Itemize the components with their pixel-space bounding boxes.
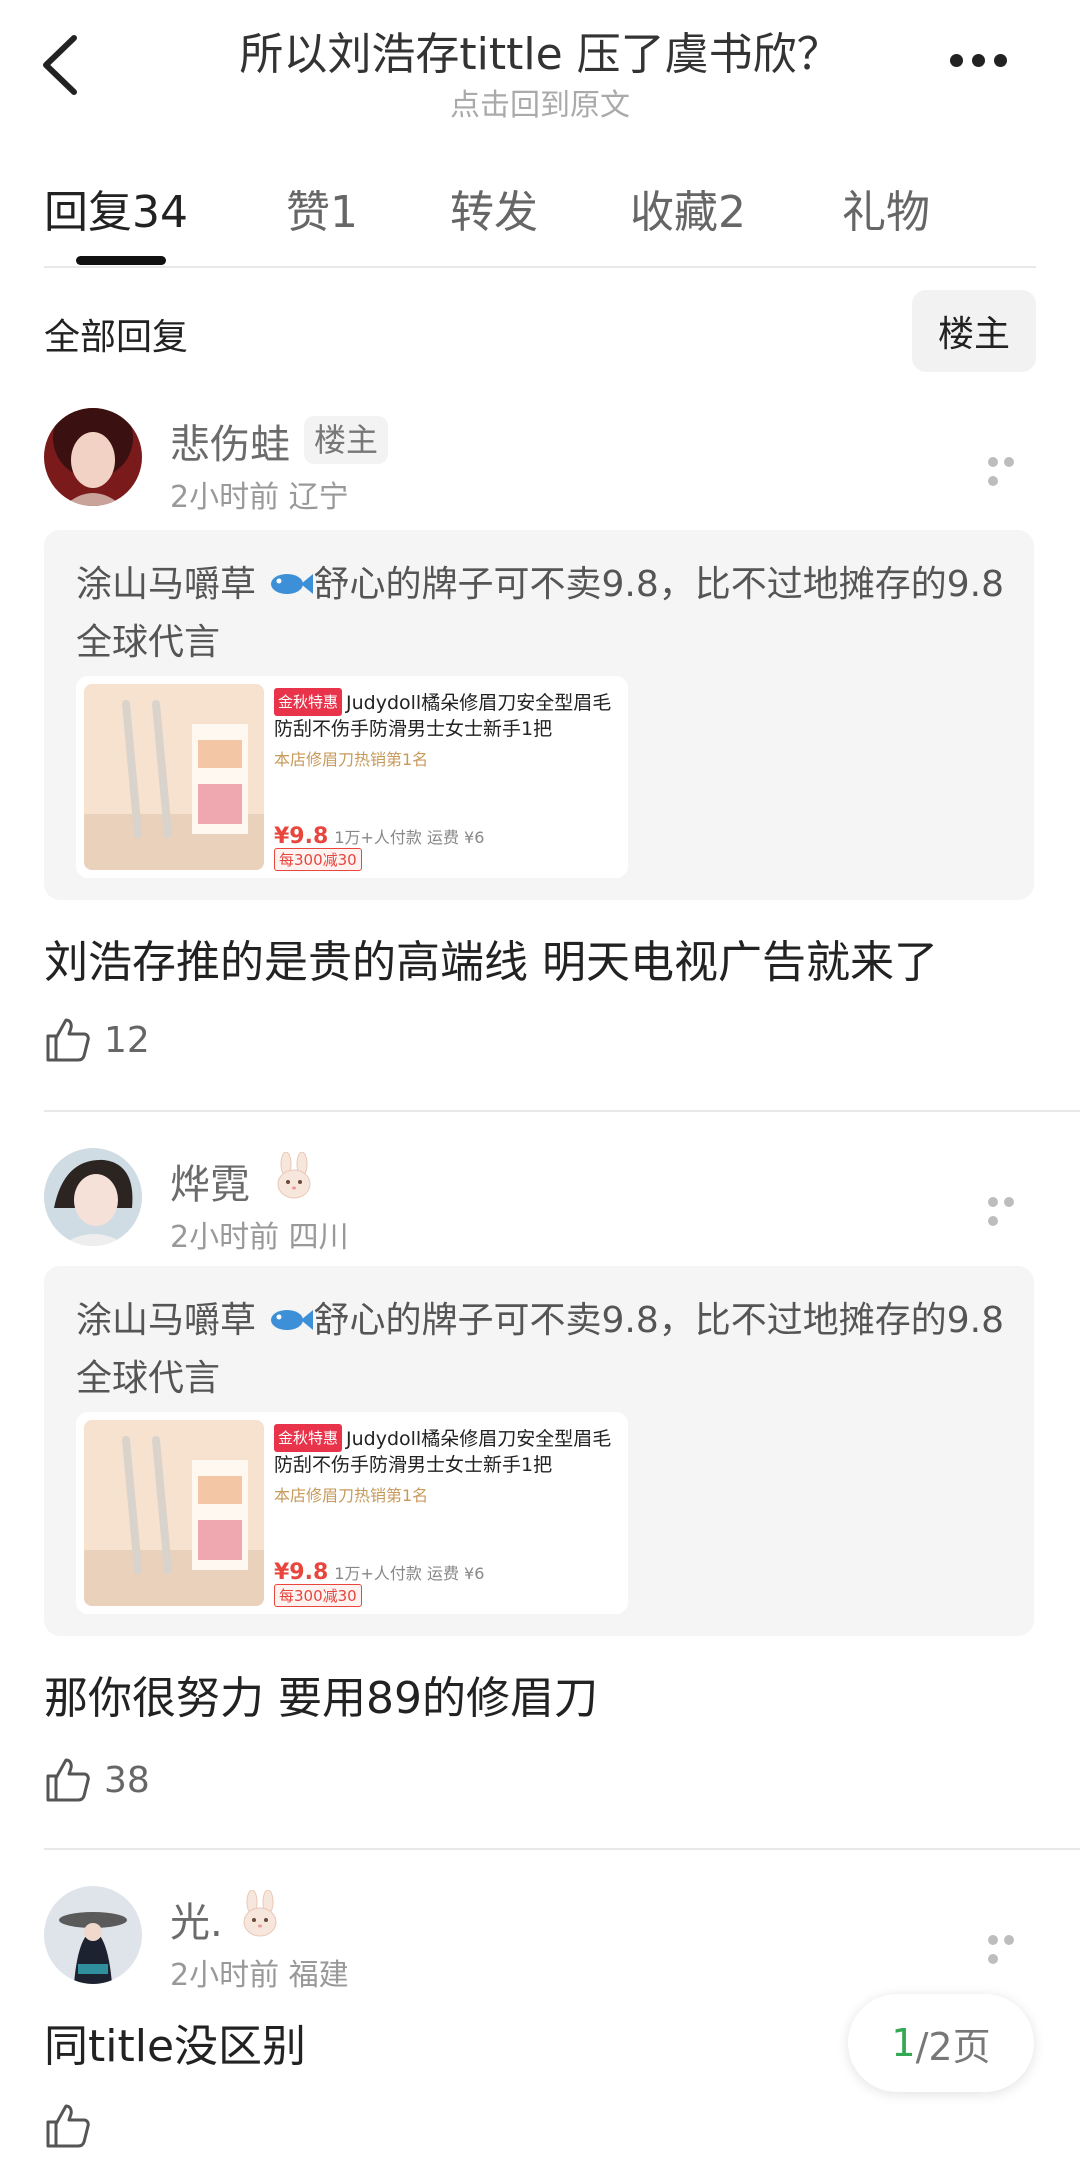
product-price: ¥9.8 [274, 824, 329, 849]
tab-reposts-label: 转发 [450, 187, 538, 238]
divider [44, 266, 1036, 268]
more-options-icon[interactable] [950, 52, 1016, 80]
tab-reposts[interactable]: 转发 [450, 176, 538, 240]
thumbs-up-icon [46, 1758, 90, 1802]
quote-author[interactable]: 涂山马嚼草 [76, 1300, 256, 1341]
avatar[interactable] [44, 1148, 142, 1246]
comment-time: 2小时前 [170, 1220, 280, 1255]
tab-likes[interactable]: 赞1 [286, 176, 358, 240]
username[interactable]: 光. [170, 1890, 223, 1948]
comment-more-icon[interactable] [988, 1930, 1032, 1964]
total-pages: /2页 [915, 2024, 991, 2069]
tab-replies-label: 回复 [44, 187, 132, 238]
avatar[interactable] [44, 408, 142, 506]
username[interactable]: 悲伤蛙 [170, 412, 290, 470]
comment-body: 那你很努力 要用89的修眉刀 [44, 1673, 598, 1724]
product-sales: 1万+人付款 [334, 1564, 422, 1583]
like-count: 12 [104, 1019, 150, 1061]
comment-time: 2小时前 [170, 1958, 280, 1993]
product-shipping: 运费 ¥6 [426, 1564, 485, 1583]
price-row: ¥9.8 1万+人付款 运费 ¥6 [274, 824, 484, 849]
comment-body: 同title没区别 [44, 2021, 307, 2072]
product-rank: 本店修眉刀热销第1名 [274, 750, 429, 769]
tab-gifts-label: 礼物 [842, 187, 930, 238]
comment-location: 四川 [288, 1220, 349, 1255]
op-only-filter-button[interactable]: 楼主 [912, 290, 1036, 372]
product-image [84, 1420, 264, 1606]
quote-author[interactable]: 涂山马嚼草 [76, 564, 256, 605]
like-button[interactable]: 38 [44, 1752, 150, 1808]
comment-more-icon[interactable] [988, 1192, 1032, 1226]
price-row: ¥9.8 1万+人付款 运费 ¥6 [274, 1560, 484, 1585]
rabbit-icon [277, 1152, 311, 1199]
quote-text: 涂山马嚼草 舒心的牌子可不卖9.8，比不过地摊存的9.8全球代言 [76, 556, 1006, 672]
avatar[interactable] [44, 1886, 142, 1984]
product-image [84, 684, 264, 870]
product-title: 金秋特惠 Judydoll橘朵修眉刀安全型眉毛防刮不伤手防滑男士女士新手1把 [274, 688, 614, 742]
discount-tag: 每300减30 [274, 848, 362, 871]
current-page: 1 [891, 2021, 916, 2065]
promo-tag: 金秋特惠 [274, 688, 343, 716]
back-icon[interactable] [36, 30, 86, 100]
post-title[interactable]: 所以刘浩存tittle 压了虞书欣？ [150, 18, 930, 82]
quoted-comment[interactable]: 涂山马嚼草 舒心的牌子可不卖9.8，比不过地摊存的9.8全球代言 金秋特惠 Jud… [44, 530, 1034, 900]
fish-icon [271, 574, 314, 594]
divider [44, 1110, 1080, 1112]
active-tab-indicator [76, 256, 166, 265]
interaction-tabs: 回复34 赞1 转发 收藏2 礼物 [0, 160, 1080, 270]
tab-favorites[interactable]: 收藏2 [630, 176, 746, 240]
top-bar: 所以刘浩存tittle 压了虞书欣？ 点击回到原文 [0, 0, 1080, 140]
quote-text: 涂山马嚼草 舒心的牌子可不卖9.8，比不过地摊存的9.8全球代言 [76, 1292, 1006, 1408]
fish-icon [271, 1310, 314, 1330]
tab-likes-label: 赞 [286, 187, 330, 238]
tab-favorites-label: 收藏 [630, 187, 718, 238]
rabbit-icon [243, 1890, 277, 1937]
comment-location: 辽宁 [288, 480, 349, 515]
discount-tag: 每300减30 [274, 1584, 362, 1607]
tab-replies[interactable]: 回复34 [44, 176, 188, 240]
thumbs-up-icon [46, 2104, 90, 2148]
page-indicator-button[interactable]: 1/2页 [848, 1994, 1034, 2092]
back-to-post-link[interactable]: 点击回到原文 [150, 80, 930, 124]
promo-tag: 金秋特惠 [274, 1424, 343, 1452]
comment-body: 刘浩存推的是贵的高端线 明天电视广告就来了 [44, 937, 938, 988]
product-price: ¥9.8 [274, 1560, 329, 1585]
tab-replies-count: 34 [132, 187, 188, 238]
like-button[interactable] [44, 2098, 104, 2154]
like-count: 38 [104, 1759, 150, 1801]
comment-more-icon[interactable] [988, 452, 1032, 486]
product-card[interactable]: 金秋特惠 Judydoll橘朵修眉刀安全型眉毛防刮不伤手防滑男士女士新手1把 本店… [76, 676, 628, 878]
tab-favorites-count: 2 [718, 187, 746, 238]
comment-location: 福建 [288, 1958, 349, 1993]
product-card[interactable]: 金秋特惠 Judydoll橘朵修眉刀安全型眉毛防刮不伤手防滑男士女士新手1把 本店… [76, 1412, 628, 1614]
like-button[interactable]: 12 [44, 1012, 150, 1068]
comment-time: 2小时前 [170, 480, 280, 515]
op-badge: 楼主 [304, 416, 389, 464]
product-title: 金秋特惠 Judydoll橘朵修眉刀安全型眉毛防刮不伤手防滑男士女士新手1把 [274, 1424, 614, 1478]
username[interactable]: 烨霓 [170, 1152, 250, 1210]
product-sales: 1万+人付款 [334, 828, 422, 847]
tab-likes-count: 1 [330, 187, 358, 238]
quoted-comment[interactable]: 涂山马嚼草 舒心的牌子可不卖9.8，比不过地摊存的9.8全球代言 金秋特惠 Jud… [44, 1266, 1034, 1636]
product-shipping: 运费 ¥6 [426, 828, 485, 847]
section-title: 全部回复 [44, 317, 189, 358]
tab-gifts[interactable]: 礼物 [842, 176, 930, 240]
divider [44, 1848, 1080, 1850]
product-rank: 本店修眉刀热销第1名 [274, 1486, 429, 1505]
thumbs-up-icon [46, 1018, 90, 1062]
